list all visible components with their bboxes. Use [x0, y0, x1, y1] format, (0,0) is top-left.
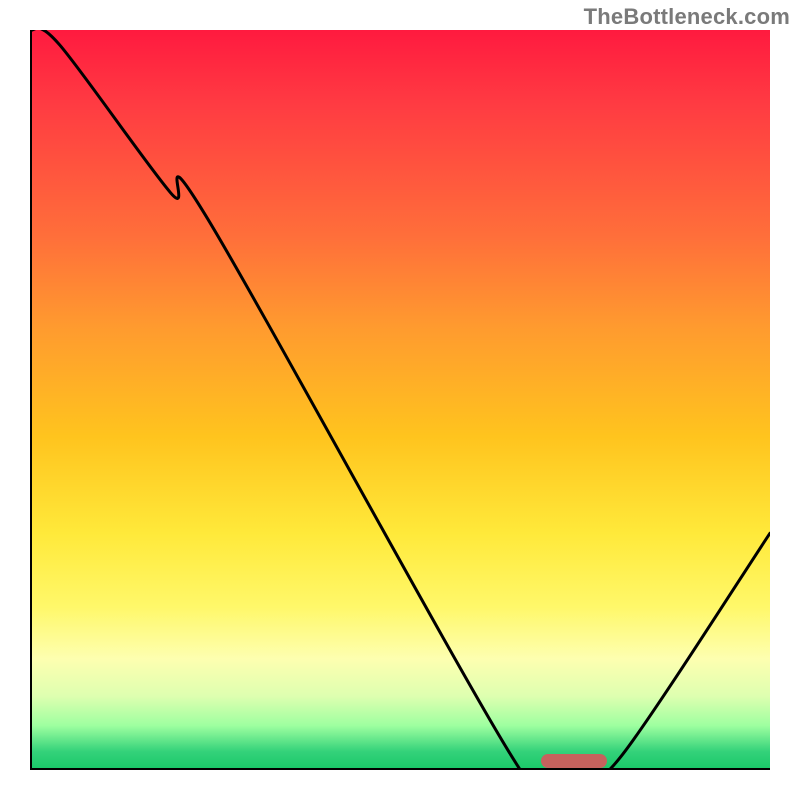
gradient-background: [30, 30, 770, 770]
optimal-marker: [541, 754, 608, 768]
plot-area: [30, 30, 770, 770]
attribution-text: TheBottleneck.com: [584, 4, 790, 30]
chart-container: TheBottleneck.com: [0, 0, 800, 800]
